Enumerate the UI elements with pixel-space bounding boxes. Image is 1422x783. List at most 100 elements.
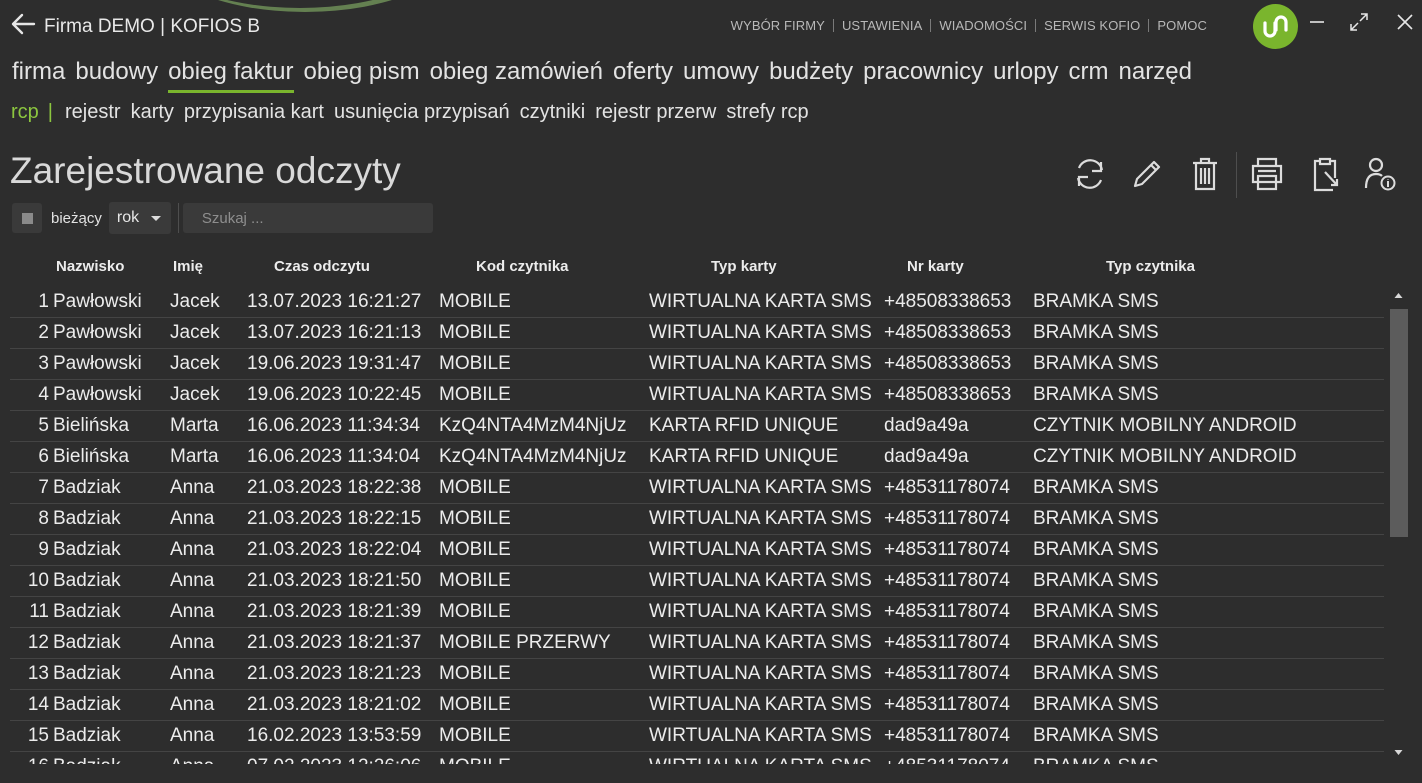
refresh-icon[interactable] — [1068, 152, 1112, 196]
close-icon[interactable] — [1391, 8, 1419, 36]
user-info-icon[interactable] — [1358, 152, 1402, 196]
sub-nav-czytniki[interactable]: czytniki — [520, 101, 586, 124]
kofio-logo-icon — [1263, 15, 1288, 38]
table-row[interactable]: 3 Pawłowski Jacek 19.06.2023 19:31:47 MOBILE… — [10, 349, 1384, 380]
current-checkbox-label: bieżący — [51, 209, 102, 227]
nav-crm[interactable]: crm — [1069, 58, 1109, 86]
row-number: 11 — [29, 601, 49, 622]
menu-serwis-kofio[interactable]: SERWIS KOFIO — [1036, 18, 1148, 33]
nav-firma[interactable]: firma — [12, 58, 65, 86]
vertical-scrollbar[interactable] — [1389, 287, 1408, 761]
cell-nr-karty: +48531178074 — [884, 508, 1010, 529]
back-arrow-icon[interactable] — [10, 12, 36, 36]
cell-imie: Marta — [170, 415, 219, 436]
edit-icon[interactable] — [1125, 152, 1169, 196]
cell-kod-czytnika: MOBILE — [439, 539, 511, 560]
cell-kod-czytnika: MOBILE PRZERWY — [439, 632, 611, 653]
cell-nr-karty: +48531178074 — [884, 663, 1010, 684]
nav-obieg-faktur[interactable]: obieg faktur — [168, 58, 294, 93]
cell-imie: Anna — [170, 632, 215, 653]
app-logo — [1253, 4, 1298, 49]
menu-wybor-firmy[interactable]: WYBÓR FIRMY — [723, 18, 833, 33]
table-row[interactable]: 2 Pawłowski Jacek 13.07.2023 16:21:13 MOBILE… — [10, 318, 1384, 349]
current-checkbox[interactable] — [12, 203, 42, 233]
table-row[interactable]: 12 Badziak Anna 21.03.2023 18:21:37 MOBILE P… — [10, 628, 1384, 659]
table-row[interactable]: 5 Bielińska Marta 16.06.2023 11:34:34 KzQ4NT… — [10, 411, 1384, 442]
cell-imie: Marta — [170, 446, 219, 467]
cell-typ-karty: WIRTUALNA KARTA SMS — [649, 539, 872, 560]
nav-budowy[interactable]: budowy — [75, 58, 158, 86]
cell-nr-karty: +48531178074 — [884, 632, 1010, 653]
column-header-imie[interactable]: Imię — [173, 258, 203, 275]
column-header-typ-czytnika[interactable]: Typ czytnika — [1106, 258, 1195, 275]
nav-pracownicy[interactable]: pracownicy — [863, 58, 983, 86]
nav-narzedzia[interactable]: narzęd — [1119, 58, 1192, 86]
column-header-nazwisko[interactable]: Nazwisko — [56, 258, 124, 275]
maximize-icon[interactable] — [1345, 8, 1373, 36]
sub-nav-rejestr[interactable]: rejestr — [65, 101, 121, 124]
cell-kod-czytnika: MOBILE — [439, 477, 511, 498]
cell-nazwisko: Pawłowski — [53, 384, 142, 405]
table-header: Nazwisko Imię Czas odczytu Kod czytnika … — [0, 256, 1380, 280]
cell-typ-czytnika: BRAMKA SMS — [1033, 322, 1159, 343]
scroll-up-icon[interactable] — [1389, 287, 1408, 303]
scroll-down-icon[interactable] — [1389, 745, 1408, 761]
nav-budzety[interactable]: budżety — [769, 58, 853, 86]
cell-imie: Jacek — [170, 353, 220, 374]
nav-oferty[interactable]: oferty — [613, 58, 673, 86]
cell-typ-czytnika: BRAMKA SMS — [1033, 632, 1159, 653]
table-row[interactable]: 7 Badziak Anna 21.03.2023 18:22:38 MOBILE WIR… — [10, 473, 1384, 504]
delete-icon[interactable] — [1183, 152, 1227, 196]
nav-obieg-zamowien[interactable]: obieg zamówień — [430, 58, 603, 86]
table-row[interactable]: 4 Pawłowski Jacek 19.06.2023 10:22:45 MOBILE… — [10, 380, 1384, 411]
cell-czas-odczytu: 21.03.2023 18:21:02 — [247, 694, 422, 715]
cell-typ-karty: WIRTUALNA KARTA SMS — [649, 725, 872, 746]
column-header-typ-karty[interactable]: Typ karty — [711, 258, 777, 275]
table-row[interactable]: 11 Badziak Anna 21.03.2023 18:21:39 MOBILE WI… — [10, 597, 1384, 628]
column-header-nr-karty[interactable]: Nr karty — [907, 258, 964, 275]
nav-obieg-pism[interactable]: obieg pism — [304, 58, 420, 86]
menu-ustawienia[interactable]: USTAWIENIA — [834, 18, 930, 33]
table-row[interactable]: 10 Badziak Anna 21.03.2023 18:21:50 MOBILE WI… — [10, 566, 1384, 597]
scrollbar-thumb[interactable] — [1390, 309, 1408, 537]
table-row[interactable]: 1 Pawłowski Jacek 13.07.2023 16:21:27 MOBILE… — [10, 287, 1384, 318]
menu-wiadomosci[interactable]: WIADOMOŚCI — [931, 18, 1035, 33]
search-input[interactable] — [182, 203, 433, 233]
cell-kod-czytnika: MOBILE — [439, 570, 511, 591]
sub-nav-usuniecia-przypisan[interactable]: usunięcia przypisań — [334, 101, 510, 124]
cell-imie: Anna — [170, 725, 215, 746]
column-header-kod-czytnika[interactable]: Kod czytnika — [476, 258, 569, 275]
cell-czas-odczytu: 16.06.2023 11:34:34 — [247, 415, 420, 436]
cell-nr-karty: +48508338653 — [884, 291, 1012, 312]
cell-typ-czytnika: BRAMKA SMS — [1033, 663, 1159, 684]
table-row[interactable]: 13 Badziak Anna 21.03.2023 18:21:23 MOBILE WI… — [10, 659, 1384, 690]
table-row[interactable]: 15 Badziak Anna 16.02.2023 13:53:59 MOBILE WI… — [10, 721, 1384, 752]
table-row[interactable]: 14 Badziak Anna 21.03.2023 18:21:02 MOBILE WI… — [10, 690, 1384, 721]
nav-urlopy[interactable]: urlopy — [993, 58, 1058, 86]
column-header-czas-odczytu[interactable]: Czas odczytu — [274, 258, 370, 275]
sub-nav-rejestr-przerw[interactable]: rejestr przerw — [595, 101, 716, 124]
table-row[interactable]: 6 Bielińska Marta 16.06.2023 11:34:04 KzQ4NT… — [10, 442, 1384, 473]
chevron-down-icon — [150, 216, 161, 221]
period-select[interactable]: rok — [108, 202, 171, 234]
sub-nav-current-rcp[interactable]: rcp — [11, 101, 39, 124]
clipboard-export-icon[interactable] — [1303, 152, 1347, 196]
minimize-icon[interactable] — [1303, 8, 1331, 36]
sub-navigation: rcp | rejestr karty przypisania kart usu… — [11, 101, 819, 124]
cell-nr-karty: +48531178074 — [884, 539, 1010, 560]
table-row[interactable]: 16 Badziak Anna 07.02.2023 12:26:06 MOBILE WI… — [10, 752, 1384, 764]
cell-typ-karty: WIRTUALNA KARTA SMS — [649, 508, 872, 529]
table-row[interactable]: 8 Badziak Anna 21.03.2023 18:22:15 MOBILE WIR… — [10, 504, 1384, 535]
main-navigation: firma budowy obieg faktur obieg pism obi… — [12, 58, 1202, 93]
menu-pomoc[interactable]: POMOC — [1149, 18, 1215, 33]
sub-nav-karty[interactable]: karty — [131, 101, 174, 124]
sub-nav-przypisania-kart[interactable]: przypisania kart — [184, 101, 324, 124]
table-row[interactable]: 9 Badziak Anna 21.03.2023 18:22:04 MOBILE WIR… — [10, 535, 1384, 566]
nav-umowy[interactable]: umowy — [683, 58, 759, 86]
row-number: 5 — [38, 415, 49, 436]
top-menu: WYBÓR FIRMY USTAWIENIA WIADOMOŚCI SERWIS… — [723, 18, 1215, 33]
sub-nav-strefy-rcp[interactable]: strefy rcp — [726, 101, 808, 124]
scrollbar-track[interactable] — [1390, 309, 1408, 739]
print-icon[interactable] — [1245, 152, 1289, 196]
cell-nr-karty: dad9a49a — [884, 446, 969, 467]
